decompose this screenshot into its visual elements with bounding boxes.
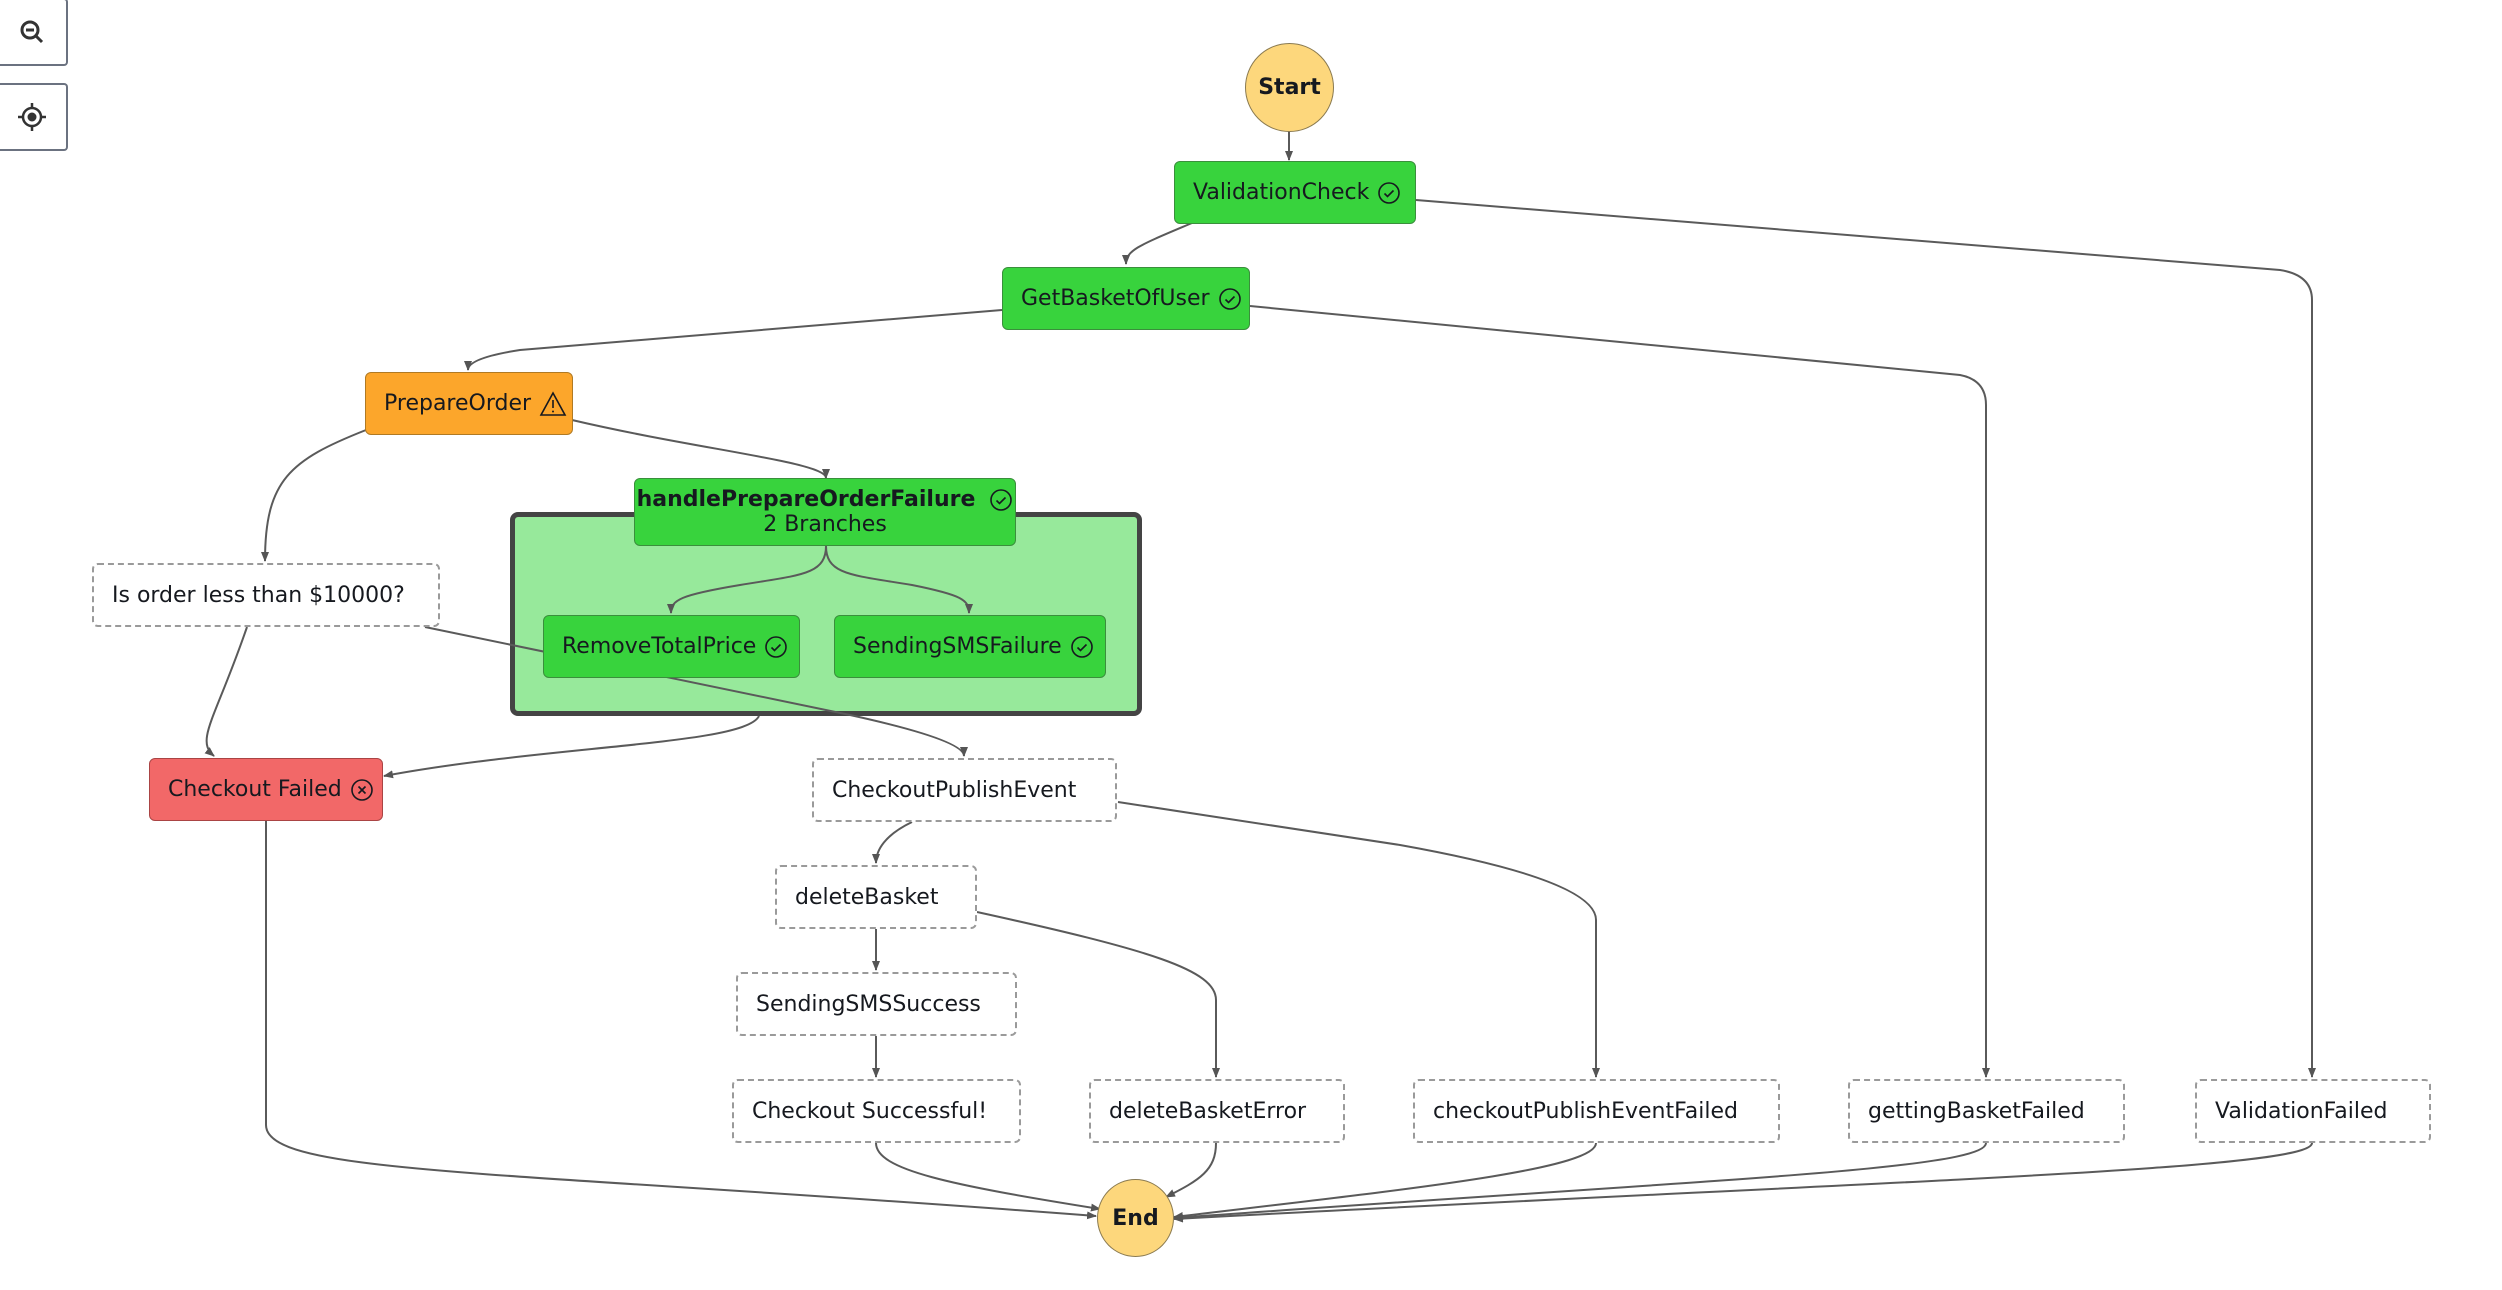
- state-validation-failed[interactable]: ValidationFailed: [2195, 1079, 2431, 1143]
- edge-validation-failed: [1415, 199, 2316, 1078]
- x-circle-icon: [350, 778, 374, 802]
- edge-deleteerror-end: [1165, 1142, 1217, 1198]
- edge-validationfailed-end: [1173, 1142, 2313, 1223]
- state-label: RemoveTotalPrice: [562, 634, 757, 659]
- state-label: deleteBasket: [795, 884, 939, 910]
- state-label: Is order less than $10000?: [112, 582, 405, 608]
- state-label: Checkout Successful!: [752, 1098, 988, 1124]
- check-circle-icon: [989, 488, 1013, 512]
- state-label: checkoutPublishEventFailed: [1433, 1098, 1738, 1124]
- state-label: handlePrepareOrderFailure: [636, 487, 976, 512]
- edge-getbasket-prepare: [464, 309, 1003, 371]
- edge-gettingbasket-end: [1173, 1142, 1987, 1222]
- state-label: Checkout Failed: [168, 777, 342, 802]
- state-sending-sms-failure[interactable]: SendingSMSFailure: [834, 615, 1106, 678]
- state-delete-basket[interactable]: deleteBasket: [775, 865, 977, 929]
- state-label: CheckoutPublishEvent: [832, 777, 1077, 803]
- end-node[interactable]: End: [1097, 1179, 1174, 1257]
- state-handle-prepare-order-failure[interactable]: handlePrepareOrderFailure 2 Branches: [634, 478, 1016, 546]
- check-circle-icon: [764, 635, 788, 659]
- edge-isorder-checkoutfailed: [204, 626, 248, 757]
- state-label: SendingSMSSuccess: [756, 991, 981, 1017]
- state-label: SendingSMSFailure: [853, 634, 1062, 659]
- check-circle-icon: [1070, 635, 1094, 659]
- state-checkout-publish-event[interactable]: CheckoutPublishEvent: [812, 758, 1117, 822]
- edge-prepare-isorder: [261, 429, 367, 562]
- check-circle-icon: [1218, 287, 1242, 311]
- start-node[interactable]: Start: [1245, 43, 1334, 132]
- edge-prepare-handle: [571, 419, 830, 479]
- state-getting-basket-failed[interactable]: gettingBasketFailed: [1848, 1079, 2125, 1143]
- edge-handle-sms: [825, 545, 973, 614]
- state-is-order-less-than[interactable]: Is order less than $10000?: [92, 563, 440, 627]
- state-prepare-order[interactable]: PrepareOrder: [365, 372, 573, 435]
- edge-publishfailed-end: [1173, 1142, 1597, 1220]
- state-validation-check[interactable]: ValidationCheck: [1174, 161, 1416, 224]
- edge-publish-failed: [1117, 801, 1600, 1078]
- edge-handle-remove: [667, 545, 827, 614]
- warning-icon: [539, 390, 567, 417]
- edge-success-end: [875, 1142, 1101, 1212]
- edge-publish-delete: [872, 821, 913, 864]
- check-circle-icon: [1377, 181, 1401, 205]
- state-label: ValidationFailed: [2215, 1098, 2388, 1124]
- state-checkout-successful[interactable]: Checkout Successful!: [732, 1079, 1021, 1143]
- state-sending-sms-success[interactable]: SendingSMSSuccess: [736, 972, 1017, 1036]
- state-label: deleteBasketError: [1109, 1098, 1307, 1124]
- state-label: PrepareOrder: [384, 391, 532, 416]
- state-checkout-publish-event-failed[interactable]: checkoutPublishEventFailed: [1413, 1079, 1780, 1143]
- edge-parallel-checkoutfailed: [383, 715, 760, 779]
- branch-count: 2 Branches: [763, 512, 887, 537]
- edge-getbasket-failed: [1249, 305, 1990, 1078]
- edge-validation-getbasket: [1122, 222, 1193, 265]
- state-label: GetBasketOfUser: [1021, 286, 1210, 311]
- state-delete-basket-error[interactable]: deleteBasketError: [1089, 1079, 1345, 1143]
- state-checkout-failed[interactable]: Checkout Failed: [149, 758, 383, 821]
- state-remove-total-price[interactable]: RemoveTotalPrice: [543, 615, 800, 678]
- state-get-basket-of-user[interactable]: GetBasketOfUser: [1002, 267, 1250, 330]
- state-label: gettingBasketFailed: [1868, 1098, 2085, 1124]
- state-label: ValidationCheck: [1193, 180, 1370, 205]
